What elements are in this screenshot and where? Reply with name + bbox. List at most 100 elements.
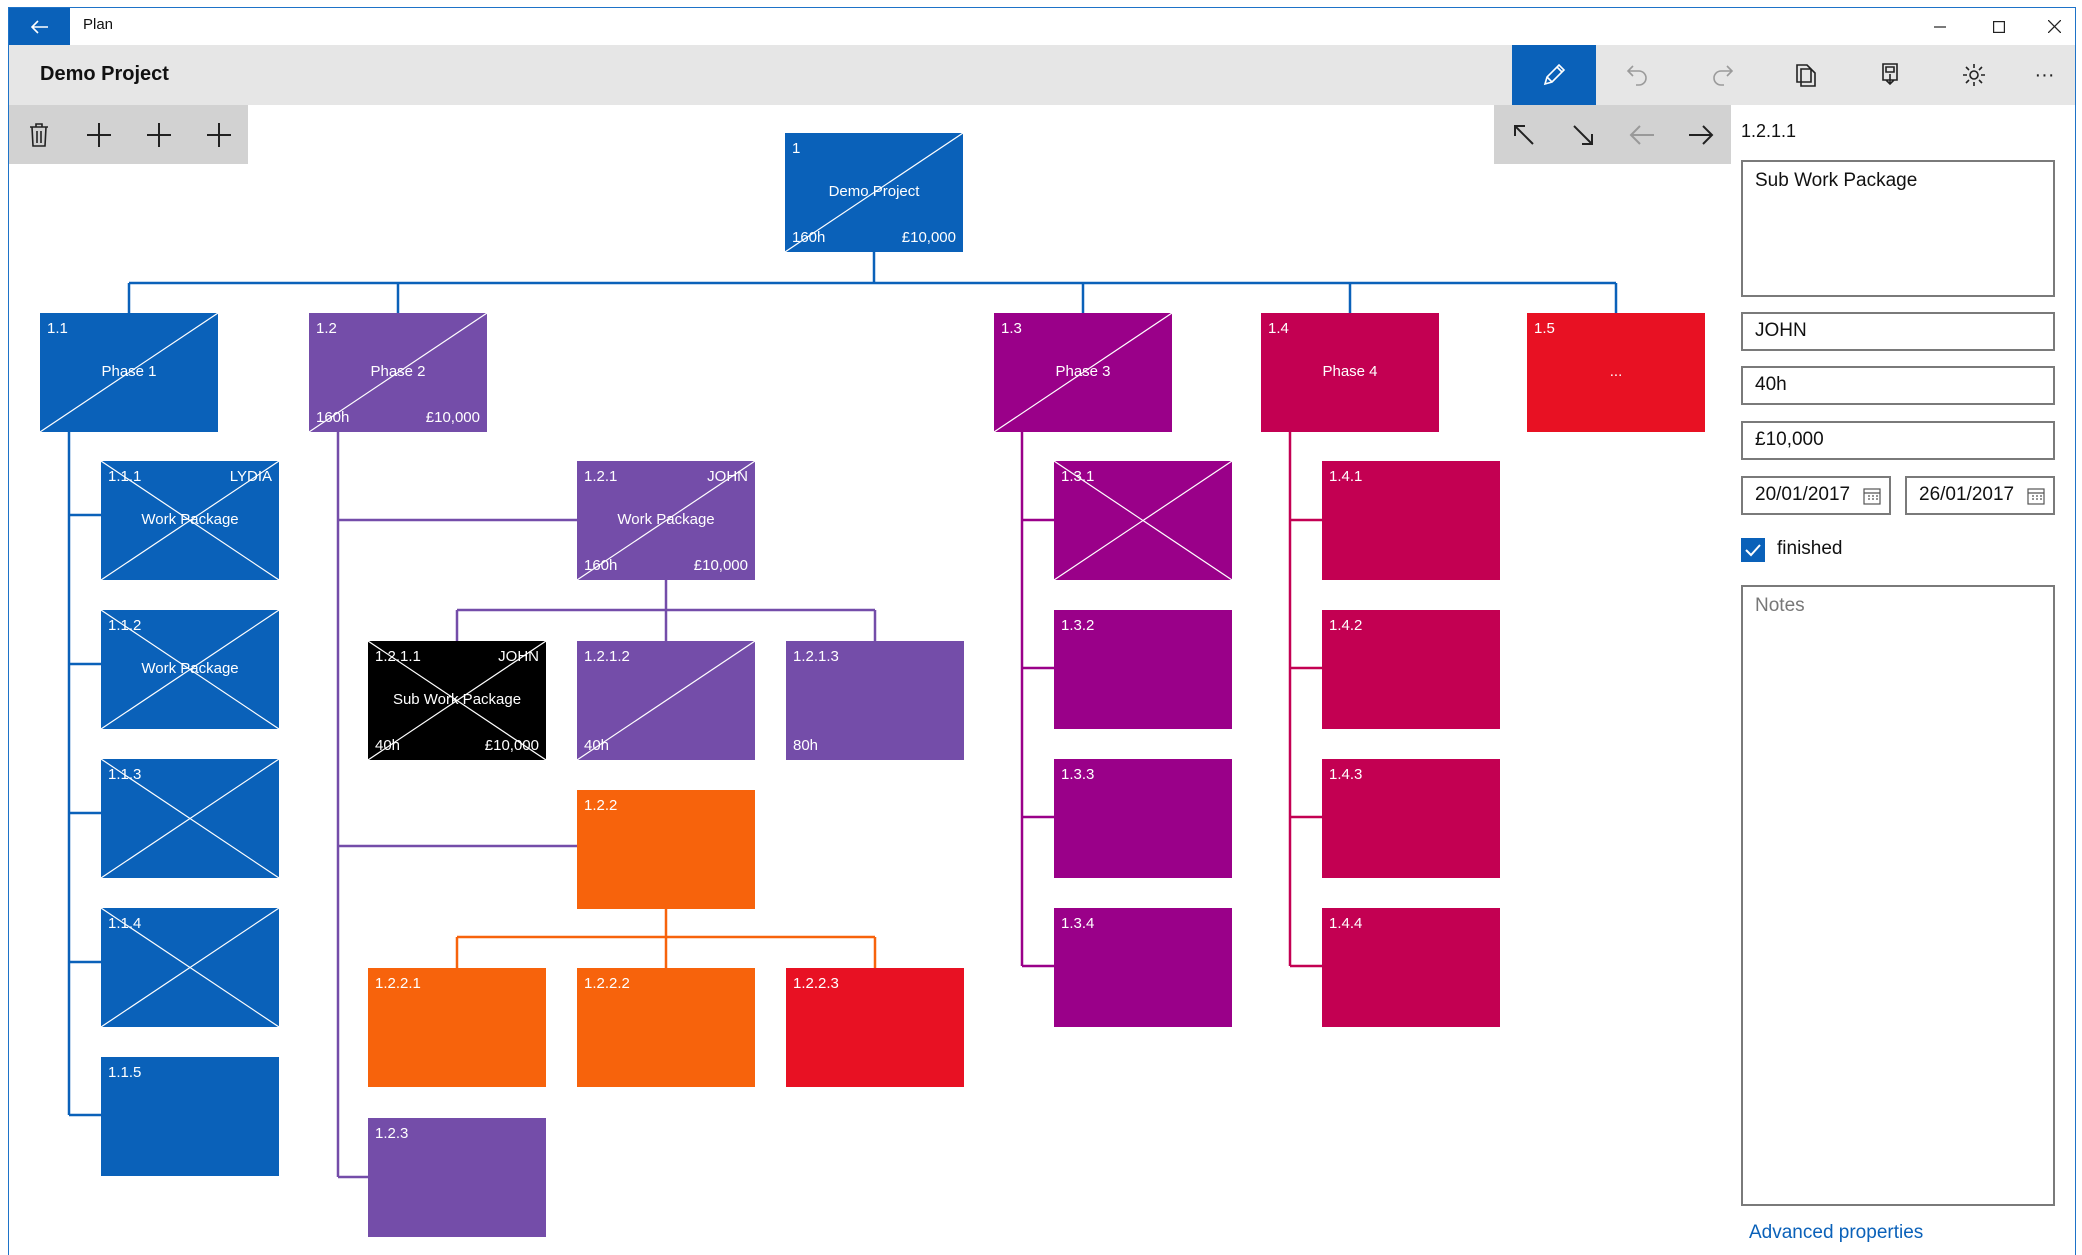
start-date-picker[interactable]: 20/01/2017: [1741, 476, 1891, 515]
node-id: 1.1.5: [108, 1064, 142, 1081]
node-hours: 80h: [793, 737, 819, 754]
maximize-button[interactable]: [1971, 8, 2026, 45]
wbs-node-1-3-2[interactable]: 1.3.2: [1054, 610, 1232, 729]
wbs-node-1-2-1-2[interactable]: 1.2.1.2 40h: [577, 641, 755, 760]
wbs-node-1-1-3[interactable]: 1.1.3: [101, 759, 279, 878]
wbs-node-1-1-5[interactable]: 1.1.5: [101, 1057, 279, 1176]
wbs-node-1-2-1-3[interactable]: 1.2.1.3 80h: [786, 641, 964, 760]
end-date-value: 26/01/2017: [1919, 484, 2015, 505]
wbs-node-1-3-3[interactable]: 1.3.3: [1054, 759, 1232, 878]
node-id: 1.5: [1534, 320, 1555, 337]
wbs-node-1-2-3[interactable]: 1.2.3: [368, 1118, 546, 1237]
edit-button[interactable]: [1512, 45, 1596, 105]
node-id: 1.4: [1268, 320, 1289, 337]
back-button[interactable]: [9, 8, 70, 45]
node-id: 1.2.2.3: [793, 975, 839, 992]
wbs-node-1-4-1[interactable]: 1.4.1: [1322, 461, 1500, 580]
node-hours: 160h: [584, 557, 618, 574]
add-sibling-icon: [87, 122, 111, 147]
wbs-canvas[interactable]: 1 Demo Project 160h £10,000 1.1 Phase 1 …: [9, 105, 1731, 1255]
node-cost: £10,000: [484, 737, 539, 754]
node-hours: 40h: [584, 737, 610, 754]
wbs-node-1-3[interactable]: 1.3 Phase 3: [994, 313, 1172, 432]
node-id: 1.1.2: [108, 617, 142, 634]
wbs-node-1-1-1[interactable]: 1.1.1 LYDIA Work Package: [101, 461, 279, 580]
save-button[interactable]: [1848, 45, 1932, 105]
wbs-node-1-4[interactable]: 1.4 Phase 4: [1261, 313, 1439, 432]
wbs-node-1-4-2[interactable]: 1.4.2: [1322, 610, 1500, 729]
wbs-node-1-2-2-1[interactable]: 1.2.2.1: [368, 968, 546, 1087]
close-button[interactable]: [2027, 8, 2082, 45]
node-cost: £10,000: [425, 409, 480, 426]
copy-button[interactable]: [1764, 45, 1848, 105]
node-id: 1.4.4: [1329, 915, 1363, 932]
node-id: 1.2: [316, 320, 337, 337]
advanced-properties-link[interactable]: Advanced properties: [1749, 1222, 1923, 1244]
redo-button[interactable]: [1680, 45, 1764, 105]
cost-field[interactable]: £10,000: [1741, 421, 2055, 460]
move-left-button[interactable]: [1612, 105, 1672, 164]
node-id: 1.2.1: [584, 468, 618, 485]
undo-icon: [1626, 65, 1647, 86]
finished-checkbox[interactable]: [1741, 538, 1765, 562]
more-button[interactable]: ···: [2014, 45, 2075, 105]
wbs-node-1-2-2-2[interactable]: 1.2.2.2: [577, 968, 755, 1087]
node-name: Work Package: [617, 511, 715, 528]
wbs-node-1-2-1[interactable]: 1.2.1 JOHN Work Package 160h £10,000: [577, 461, 755, 580]
move-right-button[interactable]: [1671, 105, 1731, 164]
move-down-button[interactable]: [1553, 105, 1613, 164]
node-cost: £10,000: [693, 557, 748, 574]
wbs-node-1-3-1[interactable]: 1.3.1: [1054, 461, 1232, 580]
node-id: 1.1.4: [108, 915, 142, 932]
node-move-toolbar: [1494, 105, 1731, 164]
command-bar: Demo Project ···: [9, 45, 2075, 105]
wbs-node-1-2-2-3[interactable]: 1.2.2.3: [786, 968, 964, 1087]
wbs-node-1-4-4[interactable]: 1.4.4: [1322, 908, 1500, 1027]
add-button[interactable]: [189, 105, 249, 164]
wbs-node-1-3-4[interactable]: 1.3.4: [1054, 908, 1232, 1027]
back-arrow-icon: [30, 19, 48, 34]
redo-icon: [1713, 65, 1734, 86]
owner-field[interactable]: JOHN: [1741, 312, 2055, 351]
settings-button[interactable]: [1932, 45, 2016, 105]
delete-button[interactable]: [9, 105, 69, 164]
calendar-icon: [1863, 488, 1881, 505]
title-bar: Plan: [9, 8, 2075, 45]
properties-panel: 1.2.1.1 Sub Work Package JOHN 40h £10,00…: [1731, 105, 2075, 1255]
wbs-node-1-1-4[interactable]: 1.1.4: [101, 908, 279, 1027]
add-child-button[interactable]: [129, 105, 189, 164]
notes-field[interactable]: Notes: [1741, 585, 2055, 1206]
wbs-node-1-4-3[interactable]: 1.4.3: [1322, 759, 1500, 878]
node-id: 1.2.1.1: [375, 648, 421, 665]
node-id: 1.1.3: [108, 766, 142, 783]
node-id: 1.2.3: [375, 1125, 409, 1142]
node-name: Phase 4: [1322, 363, 1378, 380]
close-icon: [2048, 20, 2061, 33]
add-sibling-button[interactable]: [69, 105, 129, 164]
move-up-button[interactable]: [1494, 105, 1554, 164]
node-name: ...: [1609, 363, 1623, 380]
node-hours: 160h: [792, 229, 826, 246]
end-date-picker[interactable]: 26/01/2017: [1905, 476, 2055, 515]
node-id: 1.1: [47, 320, 68, 337]
node-name: Demo Project: [828, 183, 920, 200]
save-icon: [1882, 63, 1898, 86]
wbs-node-1-2-1-1-selected[interactable]: 1.2.1.1 JOHN Sub Work Package 40h £10,00…: [368, 641, 546, 760]
wbs-node-1-2-2[interactable]: 1.2.2: [577, 790, 755, 909]
node-id: 1.2.1.2: [584, 648, 630, 665]
node-name: Sub Work Package: [392, 691, 522, 708]
node-id: 1: [792, 140, 801, 157]
wbs-node-1-1-2[interactable]: 1.1.2 Work Package: [101, 610, 279, 729]
wbs-node-1-5[interactable]: 1.5 ...: [1527, 313, 1705, 432]
more-icon: ···: [2034, 63, 2055, 86]
wbs-node-1[interactable]: 1 Demo Project 160h £10,000: [785, 133, 963, 252]
wbs-node-1-2[interactable]: 1.2 Phase 2 160h £10,000: [309, 313, 487, 432]
wbs-node-1-1[interactable]: 1.1 Phase 1: [40, 313, 218, 432]
name-field[interactable]: Sub Work Package: [1741, 160, 2055, 297]
minimize-button[interactable]: [1912, 8, 1967, 45]
node-owner: LYDIA: [229, 468, 272, 485]
undo-button[interactable]: [1596, 45, 1680, 105]
hours-field[interactable]: 40h: [1741, 366, 2055, 405]
node-name: Work Package: [141, 511, 239, 528]
calendar-icon: [2027, 488, 2045, 505]
